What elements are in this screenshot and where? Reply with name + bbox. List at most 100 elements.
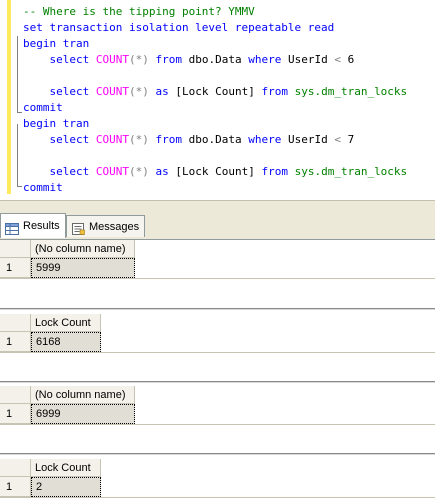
tab-results-label: Results: [23, 220, 60, 232]
code-token: dbo.Data: [182, 133, 249, 146]
code-token: where: [248, 133, 282, 146]
code-token: commit: [23, 101, 63, 114]
row-gridline: [0, 497, 435, 498]
code-token: 7: [340, 133, 355, 146]
row-gridline: [0, 352, 435, 353]
code-token: select: [49, 53, 90, 66]
outline-end-tick: [17, 112, 22, 113]
row-number[interactable]: 1: [0, 404, 31, 424]
code-token: COUNT: [95, 133, 129, 146]
code-line[interactable]: select COUNT(*) as [Lock Count] from sys…: [23, 164, 408, 180]
grid-corner[interactable]: [0, 240, 31, 258]
tab-messages-label: Messages: [89, 221, 140, 233]
pane-splitter[interactable]: [0, 200, 435, 211]
code-line[interactable]: select COUNT(*) from dbo.Data where User…: [23, 52, 355, 68]
code-token: COUNT: [95, 165, 129, 178]
outline-end-tick: [17, 186, 22, 187]
row-number[interactable]: 1: [0, 332, 31, 352]
code-token: (*): [129, 133, 149, 146]
sql-editor[interactable]: -- Where is the tipping point? YMMV set t…: [0, 0, 435, 210]
code-line[interactable]: select COUNT(*) as [Lock Count] from sys…: [23, 84, 408, 100]
code-token: where: [248, 53, 282, 66]
result-cell[interactable]: 5999: [31, 258, 135, 278]
code-token: select: [49, 165, 90, 178]
grid-corner[interactable]: [0, 459, 31, 477]
code-token: set transaction isolation level repeatab…: [23, 21, 335, 34]
row-number[interactable]: 1: [0, 477, 31, 497]
grid-corner[interactable]: [0, 314, 31, 332]
results-tabstrip: Results Messages: [0, 211, 435, 240]
code-token: [Lock Count]: [168, 165, 262, 178]
code-token: sys.dm_tran_locks: [294, 85, 408, 98]
code-token: commit: [23, 181, 63, 194]
code-line[interactable]: set transaction isolation level repeatab…: [23, 20, 334, 36]
code-line[interactable]: commit: [23, 100, 63, 116]
code-token: UserId: [281, 53, 335, 66]
code-line[interactable]: begin tran: [23, 36, 89, 52]
code-token: dbo.Data: [182, 53, 249, 66]
code-token: as: [155, 85, 169, 98]
row-gridline: [0, 278, 435, 279]
result-cell[interactable]: 6999: [31, 404, 135, 424]
code-token: UserId: [281, 133, 335, 146]
grid-separator[interactable]: [0, 453, 435, 455]
column-header[interactable]: Lock Count: [31, 314, 101, 332]
result-grid-4[interactable]: Lock Count 1 2: [0, 459, 435, 499]
results-pane: (No column name) 1 5999 Lock Count 1 616…: [0, 240, 435, 499]
column-header[interactable]: (No column name): [31, 386, 135, 404]
result-grid-2[interactable]: Lock Count 1 6168: [0, 314, 435, 374]
code-token: (*): [129, 165, 149, 178]
column-header[interactable]: Lock Count: [31, 459, 101, 477]
code-token: <: [334, 53, 341, 66]
messages-icon: [71, 221, 85, 235]
code-line[interactable]: commit: [23, 180, 63, 196]
grid-separator[interactable]: [0, 308, 435, 310]
outline-guide: [17, 36, 18, 112]
tab-messages[interactable]: Messages: [66, 215, 145, 237]
code-line[interactable]: -- Where is the tipping point? YMMV: [23, 4, 255, 20]
column-header[interactable]: (No column name): [31, 240, 135, 258]
grid-icon: [5, 220, 19, 235]
result-cell[interactable]: 2: [31, 477, 101, 497]
row-number[interactable]: 1: [0, 258, 31, 278]
code-line[interactable]: select COUNT(*) from dbo.Data where User…: [23, 132, 355, 148]
change-tracking-margin: [7, 0, 11, 194]
code-token: from: [155, 53, 183, 66]
result-cell[interactable]: 6168: [31, 332, 101, 352]
code-token: from: [261, 85, 288, 98]
code-token: begin tran: [23, 37, 90, 50]
code-token: (*): [129, 85, 149, 98]
code-token: begin tran: [23, 117, 90, 130]
code-line[interactable]: begin tran: [23, 116, 89, 132]
grid-separator[interactable]: [0, 381, 435, 383]
code-token: [Lock Count]: [168, 85, 262, 98]
result-grid-1[interactable]: (No column name) 1 5999: [0, 240, 435, 300]
grid-corner[interactable]: [0, 386, 31, 404]
result-grid-3[interactable]: (No column name) 1 6999: [0, 386, 435, 446]
code-token: select: [49, 133, 90, 146]
code-token: from: [155, 133, 183, 146]
outline-guide: [17, 124, 18, 186]
tab-results[interactable]: Results: [0, 213, 66, 238]
code-token: -- Where is the tipping point? YMMV: [23, 5, 255, 18]
code-token: 6: [340, 53, 355, 66]
code-token: (*): [129, 53, 149, 66]
code-token: COUNT: [95, 85, 129, 98]
query-window: -- Where is the tipping point? YMMV set t…: [0, 0, 435, 499]
code-token: as: [155, 165, 169, 178]
code-token: COUNT: [95, 53, 129, 66]
row-gridline: [0, 424, 435, 425]
